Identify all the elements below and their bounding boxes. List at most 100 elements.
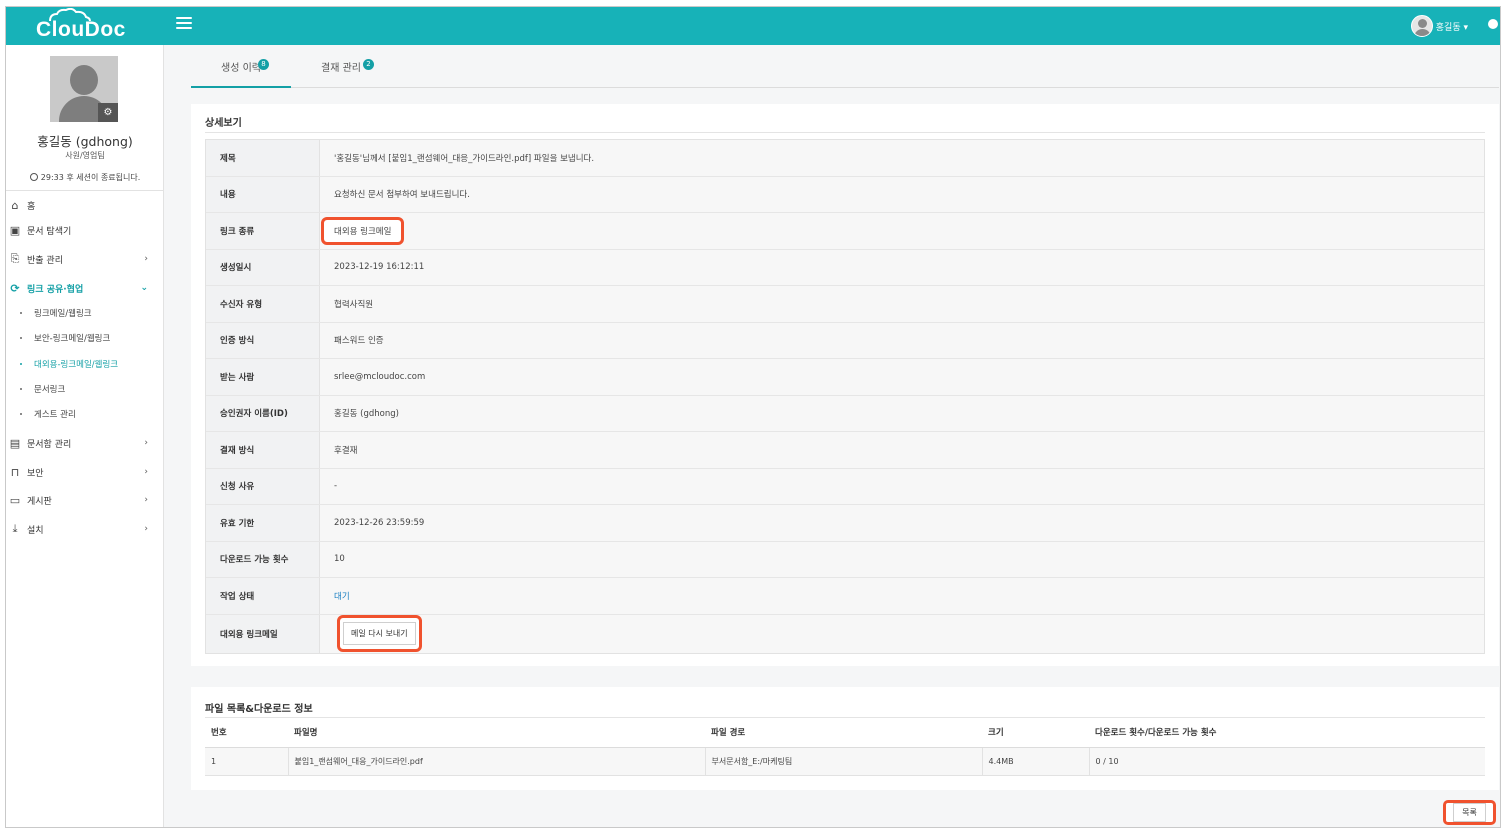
download-icon: ⤓ bbox=[12, 522, 18, 535]
detail-row: 링크 종류 대외용 링크메일 bbox=[206, 213, 1484, 250]
cell-path: 부서문서함_E:/마케팅팀 bbox=[705, 747, 983, 776]
detail-row: 제목 '홍길동'님께서 [붙임1_랜섬웨어_대응_가이드라인.pdf] 파일을 … bbox=[206, 140, 1484, 177]
avatar bbox=[1410, 15, 1433, 37]
detail-label: 다운로드 가능 횟수 bbox=[206, 541, 320, 577]
list-button[interactable]: 목록 bbox=[1453, 803, 1486, 822]
profile-name: 홍길동 (gdhong) bbox=[37, 134, 133, 149]
app-window: ClouDoc 홍길동 ▾ ⚙ 홍길동 (gdhong) 사원/영업팀 29:3… bbox=[5, 6, 1501, 828]
chevron-right-icon: › bbox=[144, 495, 148, 505]
sidebar-subitem-linkmail[interactable]: 링크메일/웹링크 bbox=[20, 304, 92, 322]
detail-row: 작업 상태 대기 bbox=[206, 578, 1484, 615]
tab-label: 생성 이력 bbox=[221, 63, 261, 74]
detail-row: 다운로드 가능 횟수 10 bbox=[206, 541, 1484, 578]
file-card-title: 파일 목록&다운로드 정보 bbox=[205, 704, 313, 715]
column-header: 크기 bbox=[982, 718, 1089, 748]
detail-row: 대외용 링크메일 메일 다시 보내기 bbox=[206, 614, 1484, 653]
detail-label: 신청 사유 bbox=[206, 468, 320, 504]
table-header-row: 번호 파일명 파일 경로 크기 다운로드 횟수/다운로드 가능 횟수 bbox=[205, 718, 1485, 748]
cloudoc-logo[interactable]: ClouDoc bbox=[30, 7, 140, 45]
session-timer: 29:33 후 세션이 종료됩니다. bbox=[6, 172, 164, 183]
sidebar-subitem-external-linkmail[interactable]: 대외용-링크메일/웹링크 bbox=[20, 355, 118, 373]
detail-value: 요청하신 문서 첨부하여 보내드립니다. bbox=[320, 176, 1484, 212]
detail-label: 내용 bbox=[206, 176, 320, 212]
detail-card: 상세보기 제목 '홍길동'님께서 [붙임1_랜섬웨어_대응_가이드라인.pdf]… bbox=[191, 104, 1499, 666]
globe-icon[interactable] bbox=[1488, 19, 1498, 29]
detail-value: srlee@mcloudoc.com bbox=[320, 359, 1484, 395]
detail-label: 승인권자 이름(ID) bbox=[206, 395, 320, 431]
column-header: 다운로드 횟수/다운로드 가능 횟수 bbox=[1089, 718, 1485, 748]
detail-row: 유효 기한 2023-12-26 23:59:59 bbox=[206, 505, 1484, 542]
sidebar-subitem-label: 문서링크 bbox=[34, 385, 66, 395]
detail-label: 인증 방식 bbox=[206, 322, 320, 358]
detail-row: 신청 사유 - bbox=[206, 468, 1484, 505]
sidebar-item-label: 문서 탐색기 bbox=[27, 226, 72, 237]
gear-icon[interactable]: ⚙ bbox=[98, 103, 118, 122]
sidebar-item-docbox[interactable]: ▤ 문서함 관리 › bbox=[6, 432, 164, 454]
user-menu[interactable]: 홍길동 ▾ bbox=[1410, 14, 1468, 38]
column-header: 번호 bbox=[205, 718, 288, 748]
cell-download-count: 0 / 10 bbox=[1089, 747, 1485, 776]
cell-filename[interactable]: 붙임1_랜섬웨어_대응_가이드라인.pdf bbox=[288, 747, 706, 776]
sidebar-subitem-label: 링크메일/웹링크 bbox=[34, 309, 92, 319]
sidebar-item-link-share[interactable]: ⟳ 링크 공유·협업 ⌄ bbox=[6, 277, 164, 299]
chevron-right-icon: › bbox=[144, 438, 148, 448]
session-text: 29:33 후 세션이 종료됩니다. bbox=[40, 173, 141, 182]
clock-icon bbox=[29, 173, 38, 181]
sidebar-item-label: 게시판 bbox=[27, 496, 52, 507]
tab-badge: 2 bbox=[363, 59, 374, 70]
sidebar-item-board[interactable]: ▭ 게시판 › bbox=[6, 489, 164, 511]
detail-row: 결재 방식 후결재 bbox=[206, 432, 1484, 469]
sidebar-item-export[interactable]: ⎘ 반출 관리 › bbox=[6, 248, 164, 270]
sidebar-subitem-secure-linkmail[interactable]: 보안-링크메일/웹링크 bbox=[20, 329, 110, 347]
column-header: 파일명 bbox=[288, 718, 705, 748]
detail-row: 승인권자 이름(ID) 홍길동 (gdhong) bbox=[206, 395, 1484, 432]
sidebar-item-security[interactable]: ⊓ 보안 › bbox=[6, 461, 164, 483]
detail-row: 받는 사람 srlee@mcloudoc.com bbox=[206, 359, 1484, 396]
link-type-value: 대외용 링크메일 bbox=[321, 216, 405, 245]
detail-value-wrap: 대외용 링크메일 bbox=[320, 213, 1484, 249]
cell-size: 4.4MB bbox=[982, 747, 1090, 776]
file-card: 파일 목록&다운로드 정보 번호 파일명 파일 경로 크기 다운로드 횟수/다운… bbox=[191, 687, 1499, 790]
tab-approval[interactable]: 결재 관리 2 bbox=[291, 51, 391, 88]
tab-label: 결재 관리 bbox=[321, 63, 361, 74]
home-icon: ⌂ bbox=[11, 198, 19, 212]
resend-mail-button[interactable]: 메일 다시 보내기 bbox=[343, 622, 416, 645]
hamburger-icon[interactable] bbox=[176, 17, 192, 31]
detail-row: 생성일시 2023-12-19 16:12:11 bbox=[206, 249, 1484, 286]
export-icon: ⎘ bbox=[10, 252, 20, 265]
column-header: 파일 경로 bbox=[705, 718, 982, 748]
status-value: 대기 bbox=[320, 578, 1484, 614]
folder-icon: ▣ bbox=[9, 223, 21, 237]
sidebar-item-install[interactable]: ⤓ 설치 › bbox=[6, 518, 164, 540]
chevron-right-icon: › bbox=[144, 467, 148, 477]
detail-row: 내용 요청하신 문서 첨부하여 보내드립니다. bbox=[206, 176, 1484, 213]
detail-value: 2023-12-19 16:12:11 bbox=[320, 249, 1484, 285]
chevron-down-icon: ⌄ bbox=[140, 283, 148, 293]
sidebar-item-explorer[interactable]: ▣ 문서 탐색기 bbox=[6, 219, 164, 241]
file-table: 번호 파일명 파일 경로 크기 다운로드 횟수/다운로드 가능 횟수 1 붙임1… bbox=[205, 718, 1485, 776]
table-row[interactable]: 1 붙임1_랜섬웨어_대응_가이드라인.pdf 부서문서함_E:/마케팅팀 4.… bbox=[205, 747, 1485, 776]
detail-value: 협력사직원 bbox=[320, 286, 1484, 322]
sidebar-subitem-guest[interactable]: 게스트 관리 bbox=[20, 405, 76, 423]
sidebar-item-label: 링크 공유·협업 bbox=[27, 284, 84, 295]
tab-badge: 8 bbox=[258, 59, 269, 70]
detail-value: 후결재 bbox=[320, 432, 1484, 468]
detail-label: 작업 상태 bbox=[206, 578, 320, 614]
detail-label: 받는 사람 bbox=[206, 359, 320, 395]
sidebar-subitem-doclink[interactable]: 문서링크 bbox=[20, 380, 65, 398]
detail-row: 수신자 유형 협력사직원 bbox=[206, 286, 1484, 323]
detail-value: 10 bbox=[320, 541, 1484, 577]
sidebar-item-label: 홈 bbox=[27, 201, 36, 212]
detail-value: 패스워드 인증 bbox=[320, 322, 1484, 358]
detail-label: 링크 종류 bbox=[206, 213, 320, 249]
sidebar-item-home[interactable]: ⌂ 홈 bbox=[6, 194, 164, 216]
tab-creation-history[interactable]: 생성 이력 8 bbox=[191, 51, 291, 88]
detail-label: 생성일시 bbox=[206, 249, 320, 285]
detail-value: '홍길동'님께서 [붙임1_랜섬웨어_대응_가이드라인.pdf] 파일을 보냅니… bbox=[320, 140, 1484, 176]
logo-text: ClouDoc bbox=[36, 18, 126, 41]
tab-bar: 생성 이력 8 결재 관리 2 bbox=[191, 51, 1499, 88]
detail-value: - bbox=[320, 468, 1484, 504]
detail-title: 상세보기 bbox=[205, 118, 242, 129]
sidebar-subitem-label: 대외용-링크메일/웹링크 bbox=[34, 360, 119, 370]
sidebar-item-label: 보안 bbox=[27, 468, 44, 479]
